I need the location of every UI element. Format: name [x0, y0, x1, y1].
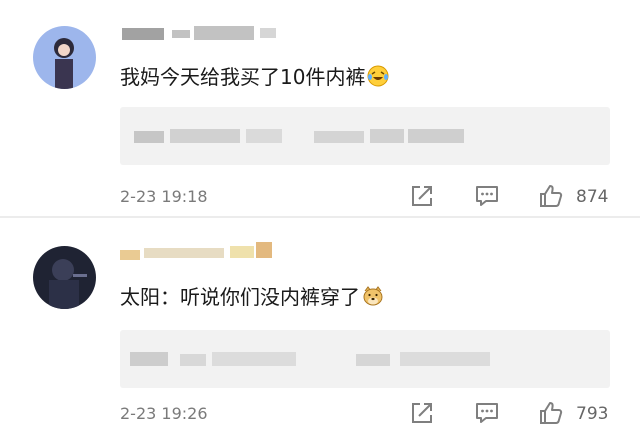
comment-text-content: 太阳：听说你们没内裤穿了 — [120, 285, 360, 309]
comment-icon[interactable] — [474, 400, 500, 426]
timestamp: 2-23 19:26 — [120, 404, 208, 423]
share-icon[interactable] — [409, 183, 435, 209]
reply-preview-box[interactable] — [120, 107, 610, 165]
like-count: 874 — [576, 187, 609, 207]
blurred-username-graphic — [122, 26, 276, 40]
thumbs-up-icon[interactable] — [538, 183, 564, 209]
username-blurred[interactable] — [120, 16, 300, 46]
comment-icon[interactable] — [474, 183, 500, 209]
share-icon[interactable] — [409, 400, 435, 426]
avatar-image — [33, 26, 96, 89]
avatar[interactable] — [33, 246, 96, 309]
comment-meta-bar: 2-23 19:18 874 — [0, 183, 640, 213]
avatar-image — [33, 246, 96, 309]
comment-item: 我妈今天给我买了10件内裤 2-23 19:18 874 — [0, 0, 640, 218]
laughing-tears-emoji-icon — [367, 65, 389, 87]
avatar[interactable] — [33, 26, 96, 89]
blurred-reply-graphic — [134, 129, 464, 143]
blurred-username-graphic — [120, 242, 272, 260]
comment-text: 我妈今天给我买了10件内裤 — [120, 64, 389, 90]
thumbs-up-icon[interactable] — [538, 400, 564, 426]
doge-emoji-icon — [363, 286, 383, 306]
comment-text-content: 我妈今天给我买了10件内裤 — [120, 65, 366, 89]
comment-item: 太阳：听说你们没内裤穿了 2-23 19:26 793 — [0, 218, 640, 434]
like-count: 793 — [576, 404, 609, 424]
blurred-reply-graphic — [130, 352, 490, 366]
username-blurred[interactable] — [120, 234, 300, 264]
timestamp: 2-23 19:18 — [120, 187, 208, 206]
reply-preview-box[interactable] — [120, 330, 610, 388]
comment-meta-bar: 2-23 19:26 793 — [0, 400, 640, 430]
comment-text: 太阳：听说你们没内裤穿了 — [120, 284, 384, 310]
